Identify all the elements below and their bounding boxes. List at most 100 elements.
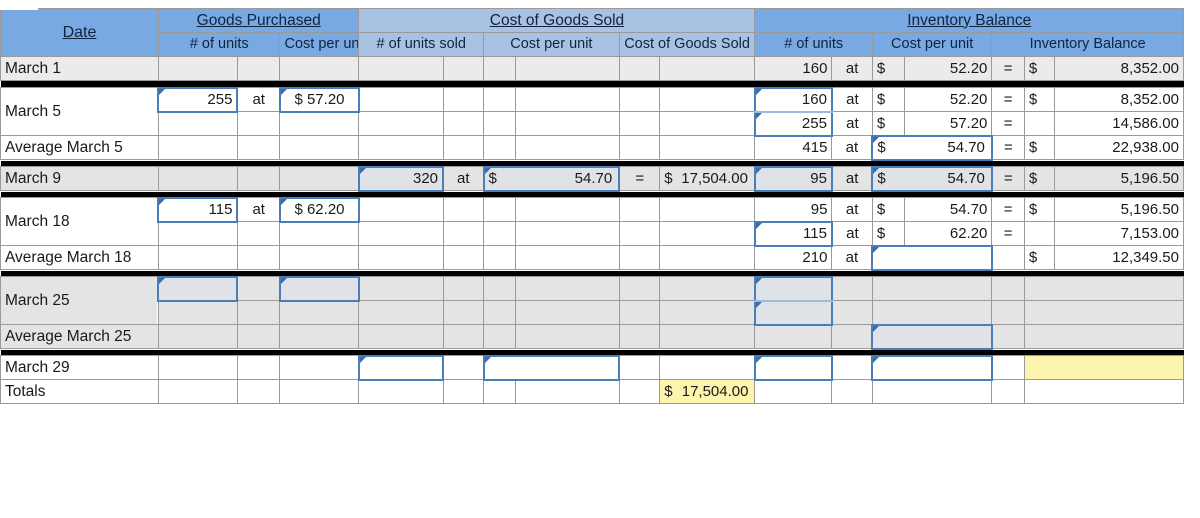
table-row: Average March 18 210 at $ 12,349.50: [0, 244, 1184, 271]
cell-cogs-total: [659, 87, 756, 112]
cell-gp-units: [157, 324, 238, 349]
cell-inv-balance: 8,352.00: [1054, 56, 1184, 81]
currency-symbol: $: [877, 170, 886, 187]
cell-inv-equals: =: [991, 166, 1025, 191]
input-inv-cpu[interactable]: $ 54.70: [871, 134, 993, 161]
cell-inv-equals: =: [991, 221, 1025, 246]
input-inv-units[interactable]: 115: [753, 220, 833, 247]
cell-inv-equals: [991, 276, 1025, 301]
row-label: Average March 25: [0, 324, 159, 349]
cell-gp-cpu: [279, 379, 360, 404]
cell-inv-at: [831, 300, 873, 325]
cell-inv-cpu-symbol: $: [871, 221, 906, 246]
cell-inv-cpu: 62.20: [904, 221, 993, 246]
input-inv-units[interactable]: 95: [753, 165, 833, 192]
cell-inv-units: 415: [754, 135, 833, 160]
cell-cogs-units: [358, 87, 444, 112]
input-inv-units[interactable]: [753, 299, 833, 326]
cell-inv-cpu: [871, 276, 993, 301]
input-inv-units[interactable]: 255: [753, 110, 833, 137]
cell-cogs-equals: [618, 56, 661, 81]
cell-inv-cpu: 57.20: [904, 111, 993, 136]
input-inv-balance-highlight[interactable]: [1023, 355, 1185, 380]
input-inv-units[interactable]: [753, 275, 833, 302]
cell-gp-units: [157, 56, 238, 81]
input-gp-cpu[interactable]: $ 62.20: [278, 196, 360, 223]
input-gp-units[interactable]: 115: [157, 196, 239, 223]
section-divider: [0, 190, 1184, 198]
cell-cogs-total-highlight: $ 17,504.00: [659, 379, 756, 404]
input-cogs-units[interactable]: 320: [357, 165, 445, 192]
value: 54.70: [574, 170, 613, 187]
cell-inv-equals: [991, 379, 1025, 404]
input-gp-cpu[interactable]: $ 57.20: [278, 86, 360, 113]
input-inv-cpu[interactable]: [871, 354, 993, 381]
input-inv-units[interactable]: [753, 354, 833, 381]
cell-inv-at: at: [831, 197, 873, 222]
cell-cogs-cpu-symbol: [483, 245, 517, 270]
cell-inv-balance: 7,153.00: [1054, 221, 1184, 246]
cell-cogs-cpu-symbol: [483, 324, 517, 349]
cell-inv-at: at: [831, 111, 873, 136]
input-gp-units[interactable]: 255: [157, 86, 239, 113]
cell-gp-at: [236, 166, 281, 191]
table-row: March 1 160 at $ 52.20 = $ 8,352.00: [0, 56, 1184, 81]
cell-cogs-cpu: [515, 56, 620, 81]
cell-cogs-at: [442, 300, 485, 325]
cell-cogs-cpu-symbol: [483, 56, 517, 81]
cell-cogs-equals: [618, 276, 661, 301]
input-cogs-units[interactable]: [357, 354, 445, 381]
input-inv-cpu[interactable]: $ 54.70: [871, 165, 993, 192]
cell-inv-at: at: [831, 245, 873, 270]
row-label: March 29: [0, 355, 159, 380]
cell-inv-balance: 5,196.50: [1054, 197, 1184, 222]
cell-inv-balance-symbol: $: [1023, 56, 1056, 81]
row-label: Totals: [0, 379, 159, 404]
cell-cogs-at: [442, 245, 485, 270]
input-gp-cpu[interactable]: [278, 275, 360, 302]
cell-cogs-at: [442, 324, 485, 349]
cell-gp-at: at: [236, 197, 281, 222]
input-inv-cpu[interactable]: [871, 323, 993, 350]
table-row: March 5 255 at $ 57.20 160 at $ 52.20 = …: [0, 86, 1184, 136]
input-inv-cpu[interactable]: [871, 244, 993, 271]
cell-gp-at: [236, 379, 281, 404]
cell-inv-cpu-symbol: $: [871, 197, 906, 222]
header-cogs-units-sold: # of units sold: [358, 32, 485, 57]
cell-gp-at: [236, 355, 281, 380]
input-inv-units[interactable]: 160: [753, 86, 833, 113]
header-goods-purchased: Goods Purchased: [157, 8, 360, 33]
header-inventory-balance: Inventory Balance: [754, 8, 1184, 33]
cell-cogs-units: [358, 379, 444, 404]
header-date: Date: [0, 8, 159, 57]
cell-inv-cpu-symbol: $: [871, 56, 906, 81]
table-row: Average March 5 415 at $ 54.70 = $ 22,93…: [0, 134, 1184, 161]
cell-gp-units: [157, 379, 238, 404]
cell-inv-balance-symbol: $: [1023, 245, 1056, 270]
cell-gp-units: [157, 111, 238, 136]
cell-inv-units: 95: [754, 197, 833, 222]
cell-cogs-cpu: [515, 379, 620, 404]
input-cogs-cpu[interactable]: $ 54.70: [482, 165, 621, 192]
cell-inv-equals: [991, 300, 1025, 325]
cell-inv-equals: [991, 355, 1025, 380]
cell-cogs-at: [442, 111, 485, 136]
cell-cogs-equals: [618, 111, 661, 136]
cell-cogs-equals: [618, 379, 661, 404]
cell-inv-cpu: 52.20: [904, 56, 993, 81]
cell-gp-cpu: [279, 245, 360, 270]
header-gp-units: # of units: [157, 32, 281, 57]
input-cogs-cpu[interactable]: [482, 354, 621, 381]
input-gp-units[interactable]: [157, 275, 239, 302]
header-inv-units: # of units: [754, 32, 873, 57]
section-divider: [0, 348, 1184, 356]
cell-gp-cpu: [279, 355, 360, 380]
cell-cogs-total: [659, 245, 756, 270]
cell-cogs-units: [358, 276, 444, 301]
cell-inv-balance: 5,196.50: [1054, 166, 1184, 191]
cell-inv-balance: [1023, 300, 1185, 325]
cell-inv-cpu: [871, 379, 993, 404]
cell-cogs-cpu-symbol: [483, 276, 517, 301]
cell-inv-equals: =: [991, 56, 1025, 81]
cell-cogs-units: [358, 221, 444, 246]
